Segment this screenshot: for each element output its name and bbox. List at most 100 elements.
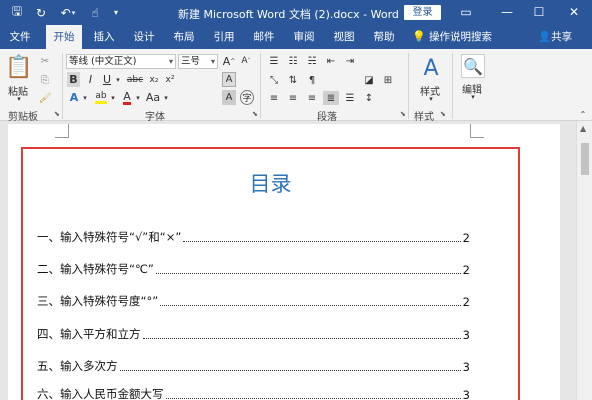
collapse-ribbon-icon[interactable]: ⌃ bbox=[578, 109, 588, 119]
format-painter-icon[interactable]: 🖌 bbox=[38, 91, 52, 105]
chevron-down-icon: ▾ bbox=[168, 57, 173, 66]
distributed-icon[interactable]: ☰ bbox=[342, 91, 358, 105]
font-name-combo[interactable]: 等线 (中文正文) ▾ bbox=[66, 54, 176, 69]
change-case-icon: Aa bbox=[145, 91, 161, 104]
toc-entry[interactable]: 一、输入特殊符号“√”和“×” 2 bbox=[37, 229, 470, 245]
tab-insert[interactable]: 插入 bbox=[88, 25, 120, 49]
styles-dropdown-icon[interactable]: ▾ bbox=[426, 95, 436, 103]
increase-indent-icon[interactable]: ⇥ bbox=[342, 54, 358, 68]
align-center-icon[interactable]: ≡ bbox=[285, 91, 301, 105]
text-effects-dropdown-icon[interactable]: ▾ bbox=[81, 90, 89, 105]
chinese-layout-icon[interactable]: ⤡ bbox=[266, 73, 282, 87]
search-icon[interactable]: 🔍 bbox=[461, 54, 485, 78]
enclose-characters-button[interactable]: 字 bbox=[240, 90, 254, 105]
font-size-combo[interactable]: 三号 ▾ bbox=[178, 54, 218, 69]
chevron-down-icon: ▾ bbox=[210, 57, 215, 66]
align-left-icon[interactable]: ≡ bbox=[266, 91, 282, 105]
numbering-icon[interactable]: ☷ bbox=[285, 54, 301, 68]
copy-icon[interactable]: ⎘ bbox=[38, 73, 52, 87]
highlight-button[interactable]: ab bbox=[93, 90, 109, 105]
underline-button[interactable]: U bbox=[100, 72, 114, 87]
toc-entry[interactable]: 三、输入特殊符号度“°” 2 bbox=[37, 293, 470, 309]
paragraph-launcher-icon[interactable]: ⬊ bbox=[400, 110, 406, 118]
autosave-icon[interactable]: ↻ bbox=[32, 4, 50, 21]
save-icon[interactable]: 🖫 bbox=[8, 4, 26, 21]
toc-leader bbox=[165, 398, 461, 399]
bold-button[interactable]: B bbox=[67, 72, 80, 87]
toc-entry-page: 3 bbox=[462, 328, 470, 342]
strikethrough-button[interactable]: abc bbox=[126, 72, 144, 87]
toc-entry-text: 五、输入多次方 bbox=[37, 359, 118, 373]
toc-leader bbox=[119, 370, 461, 371]
toc-entry-page: 3 bbox=[462, 388, 470, 400]
group-divider bbox=[260, 53, 261, 119]
scroll-up-icon[interactable]: ▲ bbox=[580, 124, 586, 133]
bullets-icon[interactable]: ☰ bbox=[266, 54, 282, 68]
group-divider bbox=[62, 53, 63, 119]
cut-icon[interactable]: ✂ bbox=[38, 54, 52, 68]
minimize-icon[interactable]: — bbox=[497, 3, 517, 21]
toc-leader bbox=[160, 305, 461, 306]
text-effects-button[interactable]: A bbox=[67, 90, 81, 105]
superscript-button[interactable]: x² bbox=[163, 72, 177, 87]
borders-icon[interactable]: ⊞ bbox=[380, 73, 396, 87]
paste-icon[interactable]: 📋 bbox=[5, 54, 32, 80]
clear-formatting-button[interactable]: A bbox=[222, 72, 236, 87]
font-launcher-icon[interactable]: ⬊ bbox=[252, 110, 258, 118]
change-case-button[interactable]: Aa bbox=[146, 90, 160, 105]
margin-corner-mark bbox=[55, 124, 69, 138]
italic-button[interactable]: I bbox=[84, 72, 97, 87]
shading-icon[interactable]: ◪ bbox=[361, 73, 377, 87]
highlight-dropdown-icon[interactable]: ▾ bbox=[109, 90, 117, 105]
maximize-icon[interactable]: ☐ bbox=[529, 3, 549, 21]
align-right-icon[interactable]: ≡ bbox=[304, 91, 320, 105]
grow-font-button[interactable]: A ^ bbox=[222, 53, 236, 69]
tab-file[interactable]: 文件 bbox=[4, 25, 36, 49]
toc-entry[interactable]: 六、输入人民币金额大写 3 bbox=[37, 386, 470, 400]
subscript-button[interactable]: x₂ bbox=[147, 72, 161, 87]
styles-launcher-icon[interactable]: ⬊ bbox=[440, 110, 446, 118]
character-shading-button[interactable]: A bbox=[222, 90, 236, 105]
justify-icon[interactable]: ≣ bbox=[323, 91, 339, 105]
ribbon-display-options-icon[interactable]: ▭ bbox=[456, 3, 476, 21]
touch-mode-icon[interactable]: ☝ bbox=[86, 4, 104, 21]
change-case-dropdown-icon[interactable]: ▾ bbox=[162, 90, 170, 105]
customize-toolbar-icon[interactable]: ▾ bbox=[110, 4, 122, 21]
tab-mailings[interactable]: 邮件 bbox=[248, 25, 280, 49]
toc-entry-text: 三、输入特殊符号度“°” bbox=[37, 294, 159, 308]
shrink-font-button[interactable]: Aˇ bbox=[240, 53, 252, 69]
tab-layout[interactable]: 布局 bbox=[168, 25, 200, 49]
tab-design[interactable]: 设计 bbox=[128, 25, 160, 49]
clipboard-launcher-icon[interactable]: ⬊ bbox=[54, 110, 60, 118]
tab-home[interactable]: 开始 bbox=[46, 25, 82, 49]
undo-icon[interactable]: ↶ ▾ bbox=[57, 4, 79, 21]
styles-icon[interactable]: A bbox=[418, 54, 444, 82]
vertical-scrollbar[interactable]: ▲ bbox=[576, 121, 592, 400]
font-color-dropdown-icon[interactable]: ▾ bbox=[134, 90, 142, 105]
share-button[interactable]: 👤共享 bbox=[538, 25, 572, 49]
paste-dropdown-icon[interactable]: ▾ bbox=[14, 95, 24, 103]
close-icon[interactable]: ✕ bbox=[564, 3, 584, 21]
toc-entry[interactable]: 四、输入平方和立方 3 bbox=[37, 326, 470, 342]
toc-entry[interactable]: 二、输入特殊符号“℃” 2 bbox=[37, 261, 470, 277]
toc-entry-page: 3 bbox=[462, 360, 470, 374]
toc-leader bbox=[142, 338, 461, 339]
sort-icon[interactable]: ⇅ bbox=[285, 73, 301, 87]
font-color-button[interactable]: A bbox=[120, 90, 134, 105]
tab-help[interactable]: 帮助 bbox=[368, 25, 400, 49]
tab-review[interactable]: 审阅 bbox=[288, 25, 320, 49]
line-spacing-icon[interactable]: ↕ bbox=[361, 91, 377, 105]
tab-references[interactable]: 引用 bbox=[208, 25, 240, 49]
tell-me-box[interactable]: 💡 操作说明搜索 bbox=[412, 25, 492, 49]
decrease-indent-icon[interactable]: ⇤ bbox=[323, 54, 339, 68]
editing-dropdown-icon[interactable]: ▾ bbox=[468, 93, 478, 101]
scroll-thumb[interactable] bbox=[581, 143, 589, 175]
tab-view[interactable]: 视图 bbox=[328, 25, 360, 49]
show-marks-icon[interactable]: ¶ bbox=[304, 73, 320, 87]
multilevel-list-icon[interactable]: ☵ bbox=[304, 54, 320, 68]
login-button[interactable]: 登录 bbox=[404, 5, 441, 20]
toc-entry-page: 2 bbox=[462, 263, 470, 277]
title-bar: 🖫 ↻ ↶ ▾ ☝ ▾ 新建 Microsoft Word 文档 (2).docx… bbox=[0, 0, 592, 25]
underline-dropdown-icon[interactable]: ▾ bbox=[114, 72, 122, 87]
toc-entry[interactable]: 五、输入多次方 3 bbox=[37, 358, 470, 374]
